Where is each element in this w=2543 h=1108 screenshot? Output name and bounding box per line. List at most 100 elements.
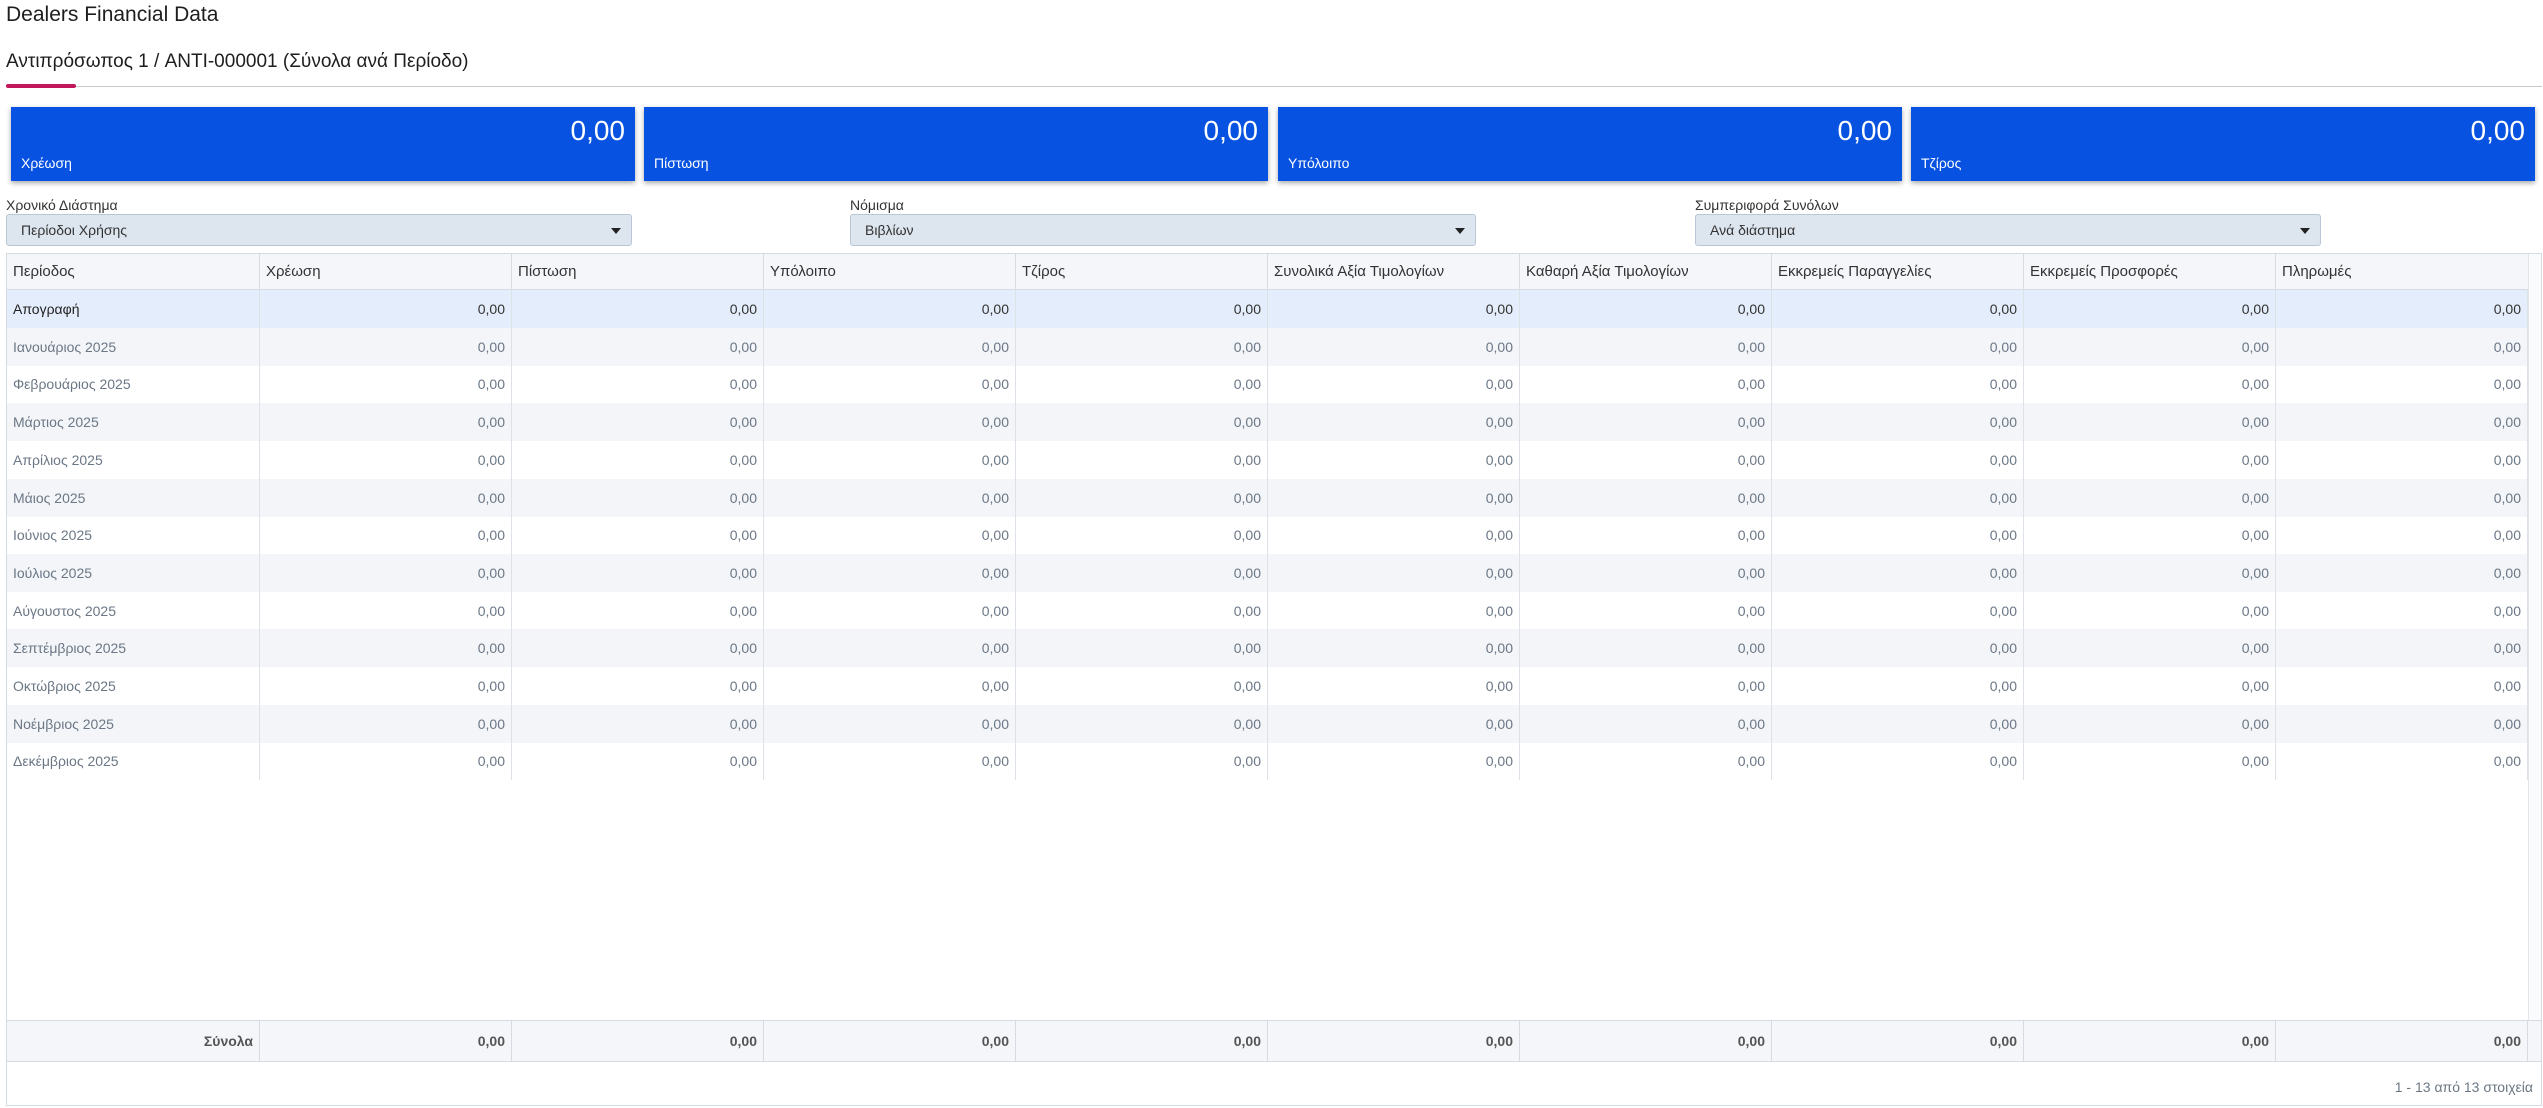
total-cell: 0,00: [2024, 1021, 2276, 1061]
table-row[interactable]: Φεβρουάριος 2025 0,00 0,00 0,00 0,00 0,00 0,00…: [7, 365, 2529, 404]
card-label: Τζίρος: [1921, 155, 1962, 171]
column-header[interactable]: Πληρωμές: [2276, 254, 2529, 289]
total-cell: 0,00: [1520, 1021, 1772, 1061]
table-row[interactable]: Απογραφή 0,00 0,00 0,00 0,00 0,00 0,00 0,00 0,00…: [7, 290, 2529, 328]
table-row[interactable]: Νοέμβριος 2025 0,00 0,00 0,00 0,00 0,00 0,00 0,…: [7, 704, 2529, 743]
value-cell: 0,00: [1520, 553, 1772, 592]
value-cell: 0,00: [1520, 667, 1772, 705]
value-cell: 0,00: [2024, 365, 2276, 404]
summary-cards: 0,00 Χρέωση 0,00 Πίστωση 0,00 Υπόλοιπο 0…: [11, 107, 2536, 181]
value-cell: 0,00: [1772, 290, 2024, 328]
value-cell: 0,00: [1016, 667, 1268, 705]
value-cell: 0,00: [260, 516, 512, 555]
table-row[interactable]: Ιούλιος 2025 0,00 0,00 0,00 0,00 0,00 0,00 0,00…: [7, 553, 2529, 592]
value-cell: 0,00: [1268, 667, 1520, 705]
period-cell: Δεκέμβριος 2025: [7, 742, 260, 781]
value-cell: 0,00: [2276, 704, 2528, 743]
value-cell: 0,00: [2024, 327, 2276, 366]
value-cell: 0,00: [260, 327, 512, 366]
value-cell: 0,00: [512, 629, 764, 668]
table-row[interactable]: Μάρτιος 2025 0,00 0,00 0,00 0,00 0,00 0,00 0,00…: [7, 403, 2529, 442]
value-cell: 0,00: [512, 742, 764, 781]
grid-header: Περίοδος Χρέωση Πίστωση Υπόλοιπο Τζίρος Συνολ…: [7, 254, 2541, 290]
value-cell: 0,00: [1772, 478, 2024, 517]
column-header[interactable]: Υπόλοιπο: [764, 254, 1016, 289]
value-cell: 0,00: [512, 365, 764, 404]
column-header[interactable]: Εκκρεμείς Προσφορές: [2024, 254, 2276, 289]
column-header[interactable]: Εκκρεμείς Παραγγελίες: [1772, 254, 2024, 289]
value-cell: 0,00: [1772, 742, 2024, 781]
currency-filter-label: Νόμισμα: [850, 197, 904, 213]
table-row[interactable]: Μάιος 2025 0,00 0,00 0,00 0,00 0,00 0,00 0,00 0,…: [7, 478, 2529, 517]
total-cell: 0,00: [1772, 1021, 2024, 1061]
value-cell: 0,00: [764, 629, 1016, 668]
card-value: 0,00: [2470, 115, 2526, 146]
value-cell: 0,00: [1520, 742, 1772, 781]
value-cell: 0,00: [2276, 742, 2528, 781]
column-header[interactable]: Καθαρή Αξία Τιμολογίων: [1520, 254, 1772, 289]
value-cell: 0,00: [1268, 290, 1520, 328]
chevron-down-icon: [611, 228, 621, 234]
value-cell: 0,00: [1016, 591, 1268, 630]
value-cell: 0,00: [1520, 591, 1772, 630]
table-row[interactable]: Αύγουστος 2025 0,00 0,00 0,00 0,00 0,00 0,00 0,…: [7, 591, 2529, 630]
period-cell: Σεπτέμβριος 2025: [7, 629, 260, 668]
value-cell: 0,00: [512, 704, 764, 743]
total-cell: 0,00: [512, 1021, 764, 1061]
table-row[interactable]: Ιούνιος 2025 0,00 0,00 0,00 0,00 0,00 0,00 0,00…: [7, 516, 2529, 555]
value-cell: 0,00: [1772, 553, 2024, 592]
value-cell: 0,00: [512, 516, 764, 555]
value-cell: 0,00: [1016, 704, 1268, 743]
vertical-scrollbar[interactable]: [2528, 254, 2541, 1060]
totals-behavior-select[interactable]: Ανά διάστημα: [1695, 214, 2321, 246]
pager-info: 1 - 13 από 13 στοιχεία: [2394, 1079, 2533, 1095]
table-row[interactable]: Απρίλιος 2025 0,00 0,00 0,00 0,00 0,00 0,00 0,0…: [7, 440, 2529, 479]
value-cell: 0,00: [2024, 591, 2276, 630]
table-row[interactable]: Δεκέμβριος 2025 0,00 0,00 0,00 0,00 0,00 0,00 0…: [7, 742, 2529, 781]
value-cell: 0,00: [260, 667, 512, 705]
value-cell: 0,00: [1268, 365, 1520, 404]
value-cell: 0,00: [2024, 440, 2276, 479]
totals-behavior-select-value: Ανά διάστημα: [1710, 222, 1796, 238]
financial-data-grid: Περίοδος Χρέωση Πίστωση Υπόλοιπο Τζίρος Συνολ…: [6, 253, 2542, 1106]
period-cell: Μάιος 2025: [7, 478, 260, 517]
value-cell: 0,00: [1520, 290, 1772, 328]
period-cell: Νοέμβριος 2025: [7, 704, 260, 743]
table-row[interactable]: Σεπτέμβριος 2025 0,00 0,00 0,00 0,00 0,00 0,00…: [7, 629, 2529, 668]
column-header[interactable]: Περίοδος: [7, 254, 260, 289]
chevron-down-icon: [1455, 228, 1465, 234]
value-cell: 0,00: [1016, 403, 1268, 442]
column-header[interactable]: Συνολικά Αξία Τιμολογίων: [1268, 254, 1520, 289]
period-select-value: Περίοδοι Χρήσης: [21, 222, 128, 238]
table-row[interactable]: Ιανουάριος 2025 0,00 0,00 0,00 0,00 0,00 0,00 0…: [7, 327, 2529, 366]
total-cell: 0,00: [2276, 1021, 2528, 1061]
value-cell: 0,00: [764, 553, 1016, 592]
value-cell: 0,00: [260, 478, 512, 517]
value-cell: 0,00: [1268, 516, 1520, 555]
period-cell: Φεβρουάριος 2025: [7, 365, 260, 404]
value-cell: 0,00: [764, 403, 1016, 442]
grid-totals-row: Σύνολα 0,00 0,00 0,00 0,00 0,00 0,00 0,00 0,00 0,…: [7, 1020, 2541, 1062]
table-row[interactable]: Οκτώβριος 2025 0,00 0,00 0,00 0,00 0,00 0,00 0,…: [7, 667, 2529, 705]
value-cell: 0,00: [1016, 365, 1268, 404]
value-cell: 0,00: [2024, 403, 2276, 442]
value-cell: 0,00: [512, 553, 764, 592]
value-cell: 0,00: [260, 553, 512, 592]
value-cell: 0,00: [1772, 327, 2024, 366]
value-cell: 0,00: [260, 629, 512, 668]
value-cell: 0,00: [1016, 553, 1268, 592]
value-cell: 0,00: [260, 742, 512, 781]
value-cell: 0,00: [1268, 403, 1520, 442]
column-header[interactable]: Τζίρος: [1016, 254, 1268, 289]
value-cell: 0,00: [1772, 365, 2024, 404]
total-cell: 0,00: [1268, 1021, 1520, 1061]
column-header[interactable]: Πίστωση: [512, 254, 764, 289]
value-cell: 0,00: [1772, 629, 2024, 668]
column-header[interactable]: Χρέωση: [260, 254, 512, 289]
value-cell: 0,00: [260, 591, 512, 630]
value-cell: 0,00: [2276, 629, 2528, 668]
currency-select[interactable]: Βιβλίων: [850, 214, 1476, 246]
period-select[interactable]: Περίοδοι Χρήσης: [6, 214, 632, 246]
value-cell: 0,00: [260, 290, 512, 328]
period-filter-label: Χρονικό Διάστημα: [6, 197, 118, 213]
